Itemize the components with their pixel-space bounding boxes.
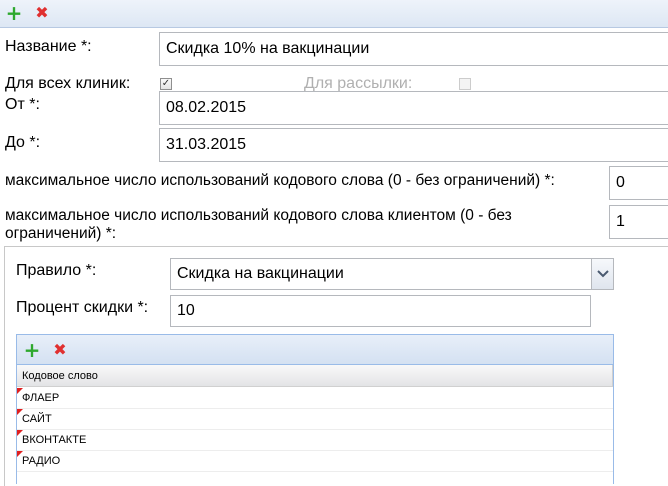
table-row[interactable]: РАДИО [17, 451, 613, 472]
code-words-grid: + ✖ Кодовое слово ФЛАЕР САЙТ ВКОНТАКТЕ Р… [16, 334, 614, 484]
column-separator [612, 365, 613, 387]
all-clinics-label: Для всех клиник: [5, 75, 131, 92]
dirty-marker [17, 451, 23, 457]
table-row[interactable]: ФЛАЕР [17, 388, 613, 409]
max-uses-client-value: 1 [616, 213, 625, 230]
delete-button[interactable]: ✖ [33, 4, 51, 22]
name-label: Название *: [5, 38, 92, 55]
name-value: Скидка 10% на вакцинации [166, 40, 370, 57]
to-label: До *: [5, 134, 41, 151]
rule-value: Скидка на вакцинации [177, 265, 344, 282]
to-value: 31.03.2015 [166, 136, 247, 153]
discount-input[interactable]: 10 [170, 295, 591, 327]
x-icon: ✖ [35, 3, 49, 22]
code-word-cell: САЙТ [22, 413, 52, 425]
top-toolbar: + ✖ [0, 0, 668, 28]
max-uses-client-label-line2: ограничений) *: [5, 225, 117, 242]
from-value: 08.02.2015 [166, 99, 247, 116]
max-uses-label: максимальное число использований кодовог… [5, 172, 555, 189]
grid-delete-button[interactable]: ✖ [51, 341, 69, 359]
all-clinics-checkbox[interactable]: ✓ [160, 78, 172, 90]
max-uses-input[interactable]: 0 [609, 166, 668, 200]
discount-label: Процент скидки *: [16, 299, 149, 316]
grid-add-button[interactable]: + [23, 338, 41, 362]
plus-icon: + [5, 1, 23, 25]
max-uses-client-input[interactable]: 1 [609, 205, 668, 239]
dirty-marker [17, 409, 23, 415]
column-header-label: Кодовое слово [22, 369, 98, 382]
x-icon: ✖ [53, 340, 67, 359]
table-row[interactable]: САЙТ [17, 409, 613, 430]
max-uses-value: 0 [616, 174, 625, 191]
from-label: От *: [5, 96, 40, 113]
code-word-cell: ВКОНТАКТЕ [22, 434, 87, 446]
from-date-input[interactable]: 08.02.2015 [159, 91, 668, 125]
add-button[interactable]: + [5, 1, 23, 25]
max-uses-client-label-line1: максимальное число использований кодовог… [5, 207, 512, 224]
mailing-checkbox[interactable] [459, 78, 471, 90]
chevron-down-icon [596, 270, 609, 278]
rule-label: Правило *: [16, 262, 97, 279]
rule-dropdown-button[interactable] [591, 259, 613, 289]
rule-select[interactable]: Скидка на вакцинации [170, 258, 614, 290]
code-word-cell: ФЛАЕР [22, 392, 60, 404]
code-word-cell: РАДИО [22, 455, 61, 467]
dirty-marker [17, 430, 23, 436]
dirty-marker [17, 388, 23, 394]
plus-icon: + [23, 338, 41, 362]
name-input[interactable]: Скидка 10% на вакцинации [159, 32, 668, 66]
table-row[interactable]: ВКОНТАКТЕ [17, 430, 613, 451]
column-header-code-word[interactable]: Кодовое слово [17, 365, 613, 387]
discount-value: 10 [177, 302, 195, 319]
grid-toolbar: + ✖ [17, 335, 613, 365]
to-date-input[interactable]: 31.03.2015 [159, 128, 668, 162]
